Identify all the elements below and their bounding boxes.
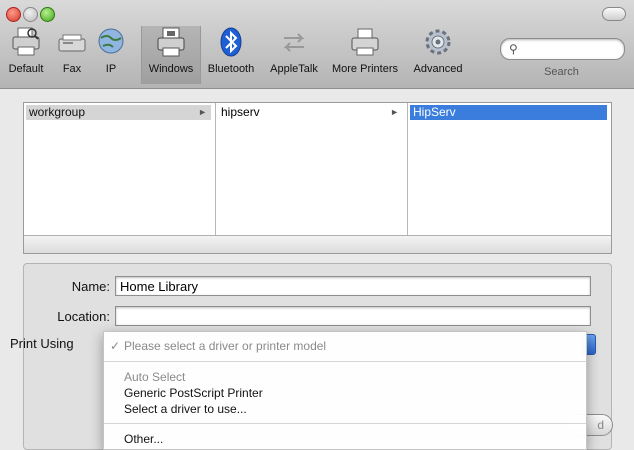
driver-popup-menu: ✓ Please select a driver or printer mode… — [103, 331, 587, 450]
toolbar-button-fax[interactable]: Fax — [54, 26, 90, 84]
location-label: Location: — [57, 309, 110, 324]
menu-item-label: Generic PostScript Printer — [124, 386, 263, 400]
browser-row[interactable]: HipServ — [410, 105, 607, 120]
menu-separator — [104, 423, 586, 424]
browser-row[interactable]: hipserv ► — [218, 105, 403, 120]
location-field[interactable] — [115, 306, 591, 326]
menu-item-label: Auto Select — [124, 370, 186, 384]
toolbar-button-bluetooth[interactable]: Bluetooth — [204, 26, 258, 84]
toolbar-label: Windows — [148, 63, 194, 75]
menu-item-label: Please select a driver or printer model — [124, 339, 327, 353]
disclosure-arrow-icon: ► — [390, 107, 399, 117]
toolbar-label: Fax — [62, 63, 82, 75]
menu-item[interactable]: Select a driver to use... — [104, 401, 586, 417]
toolbar-label: More Printers — [331, 63, 399, 75]
menu-item-label: Select a driver to use... — [124, 402, 247, 416]
printer-browser: workgroup ► hipserv ► HipServ — [23, 102, 612, 254]
fax-icon — [58, 34, 86, 52]
search-field[interactable]: ⚲ — [500, 38, 625, 60]
toolbar-label: Advanced — [413, 63, 463, 75]
browser-column-printer: HipServ — [408, 103, 611, 236]
toolbar-label: Default — [8, 63, 44, 75]
search-input[interactable] — [525, 41, 619, 55]
name-field[interactable]: Home Library — [115, 276, 591, 296]
toolbar-button-ip[interactable]: IP — [94, 26, 128, 84]
horizontal-scrollbar[interactable] — [24, 235, 611, 253]
toolbar-button-default[interactable]: Default — [2, 26, 50, 84]
checkmark-icon: ✓ — [110, 339, 121, 353]
menu-item[interactable]: Auto Select — [104, 369, 586, 385]
default-printer-icon — [12, 27, 40, 56]
toolbar-button-windows[interactable]: Windows — [141, 26, 201, 84]
minimize-window-button[interactable] — [23, 7, 38, 22]
menu-item-label: Other... — [124, 432, 164, 446]
browser-column-server: hipserv ► — [216, 103, 408, 236]
appletalk-arrows-icon — [283, 33, 305, 52]
disclosure-arrow-icon: ► — [198, 107, 207, 117]
menu-item[interactable]: Generic PostScript Printer — [104, 385, 586, 401]
browser-column-workgroup: workgroup ► — [24, 103, 216, 236]
toolbar-label: AppleTalk — [270, 63, 318, 75]
browser-row[interactable]: workgroup ► — [26, 105, 211, 120]
windows-printer-icon — [157, 27, 185, 57]
search-label: Search — [544, 66, 579, 78]
search-icon: ⚲ — [509, 42, 518, 56]
close-window-button[interactable] — [6, 7, 21, 22]
toolbar-label: Bluetooth — [207, 63, 255, 75]
gear-icon — [425, 29, 451, 55]
toolbar: Default Fax IP Windows Bluetooth AppleTa… — [0, 0, 634, 89]
menu-item[interactable]: ✓ Please select a driver or printer mode… — [104, 338, 586, 354]
toolbar-toggle-button[interactable] — [602, 7, 626, 21]
print-using-label: Print Using — [10, 336, 74, 351]
toolbar-button-appletalk[interactable]: AppleTalk — [264, 26, 324, 84]
toolbar-label: IP — [105, 63, 117, 75]
browser-row-label: HipServ — [413, 105, 456, 119]
zoom-window-button[interactable] — [40, 7, 55, 22]
toolbar-button-more-printers[interactable]: More Printers — [328, 26, 402, 84]
ip-globe-icon — [98, 28, 124, 54]
name-label: Name: — [71, 279, 110, 294]
bluetooth-icon — [220, 27, 242, 57]
browser-row-label: workgroup — [29, 105, 86, 119]
more-printers-icon — [351, 28, 379, 56]
menu-separator — [104, 361, 586, 362]
browser-row-label: hipserv — [221, 105, 260, 119]
menu-item[interactable]: Other... — [104, 431, 586, 447]
toolbar-button-advanced[interactable]: Advanced — [409, 26, 467, 84]
